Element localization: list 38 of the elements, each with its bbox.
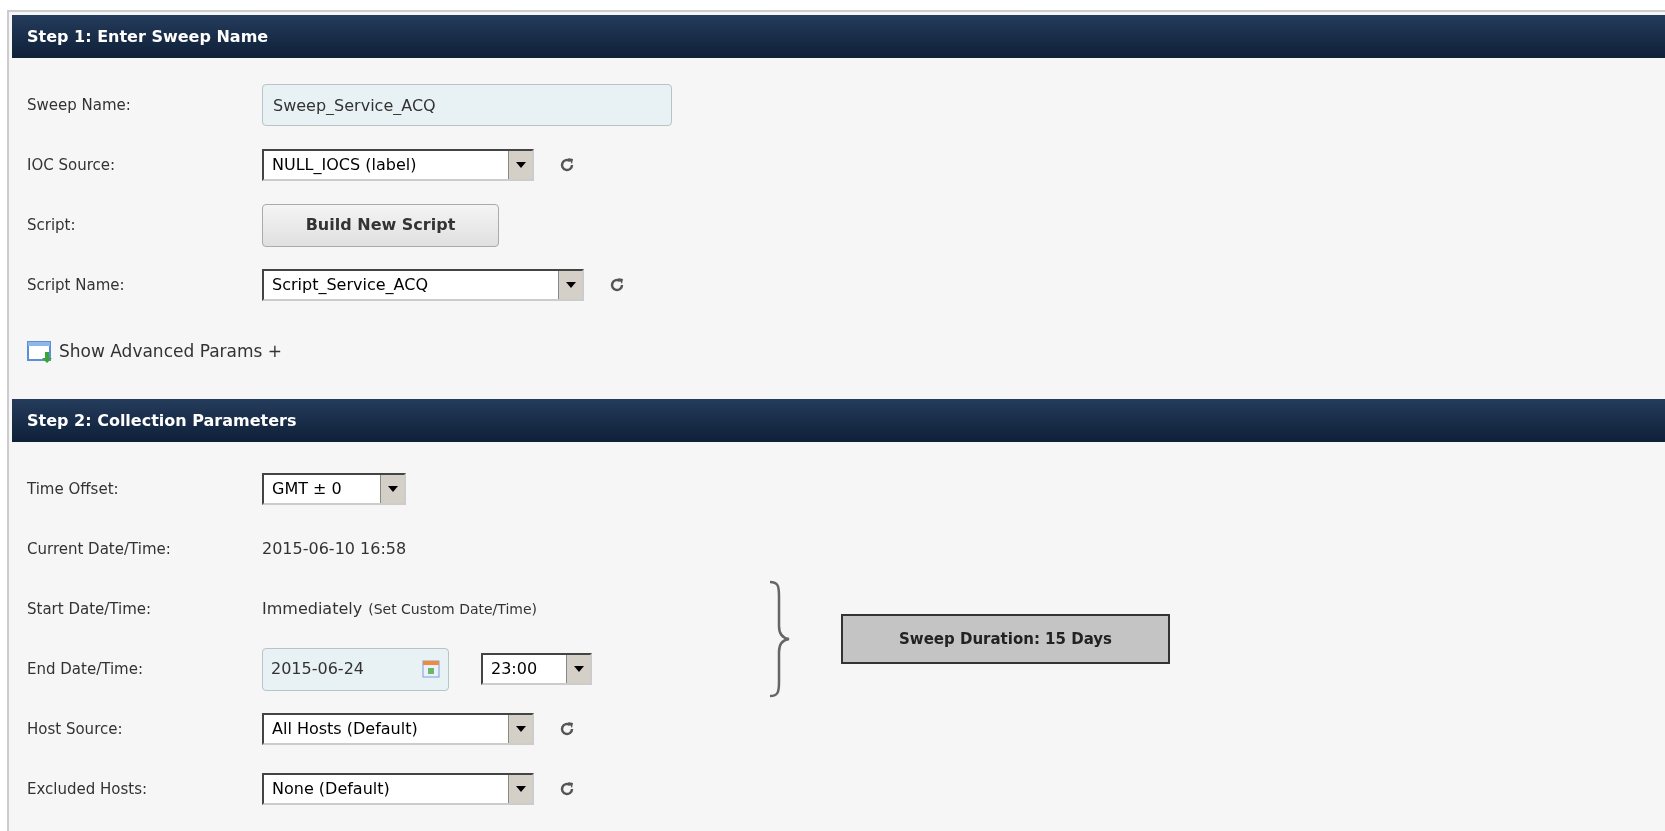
field-label: Script:: [26, 214, 77, 236]
field-label: Start Date/Time:: [26, 598, 153, 620]
dropdown[interactable]: NULL_IOCS (label): [262, 149, 534, 181]
refresh-icon[interactable]: [558, 156, 576, 174]
refresh-icon[interactable]: [608, 276, 626, 294]
field-label: IOC Source:: [26, 154, 117, 176]
field-label: Current Date/Time:: [26, 538, 172, 560]
set-custom-date-link[interactable]: (Set Custom Date/Time): [368, 599, 538, 620]
field-label: Excluded Hosts:: [26, 778, 149, 800]
caret-icon[interactable]: [387, 486, 398, 492]
dropdown[interactable]: GMT ± 0: [262, 473, 406, 505]
dropdown[interactable]: 23:00: [481, 653, 592, 685]
refresh-icon[interactable]: [558, 720, 576, 738]
start-value: Immediately: [262, 598, 363, 620]
build-script-button[interactable]: Build New Script: [262, 203, 499, 247]
current-date-time: 2015-06-10 16:58: [262, 538, 407, 560]
dropdown[interactable]: None (Default): [262, 773, 534, 805]
end-date-field[interactable]: 2015-06-24: [262, 647, 449, 691]
dropdown[interactable]: All Hosts (Default): [262, 713, 534, 745]
caret-icon[interactable]: [515, 786, 526, 792]
field-label: Time Offset:: [26, 478, 120, 500]
field-label: Script Name:: [26, 274, 126, 296]
window-plus-icon[interactable]: [27, 339, 53, 364]
caret-icon[interactable]: [565, 282, 576, 288]
brace-icon: [767, 580, 791, 698]
sweep-duration-badge: Sweep Duration: 15 Days: [841, 614, 1170, 664]
section-header: Step 1: Enter Sweep Name: [12, 15, 1665, 58]
show-advanced-link[interactable]: Show Advanced Params +: [59, 338, 283, 365]
field-label: Host Source:: [26, 718, 124, 740]
field-label: Sweep Name:: [26, 94, 132, 116]
refresh-icon[interactable]: [558, 780, 576, 798]
field-label: End Date/Time:: [26, 658, 144, 680]
caret-icon[interactable]: [515, 726, 526, 732]
sweep-name-field[interactable]: Sweep_Service_ACQ: [262, 84, 672, 126]
dropdown[interactable]: Script_Service_ACQ: [262, 269, 584, 301]
section-header: Step 2: Collection Parameters: [12, 399, 1665, 442]
caret-icon[interactable]: [515, 162, 526, 168]
caret-icon[interactable]: [573, 666, 584, 672]
